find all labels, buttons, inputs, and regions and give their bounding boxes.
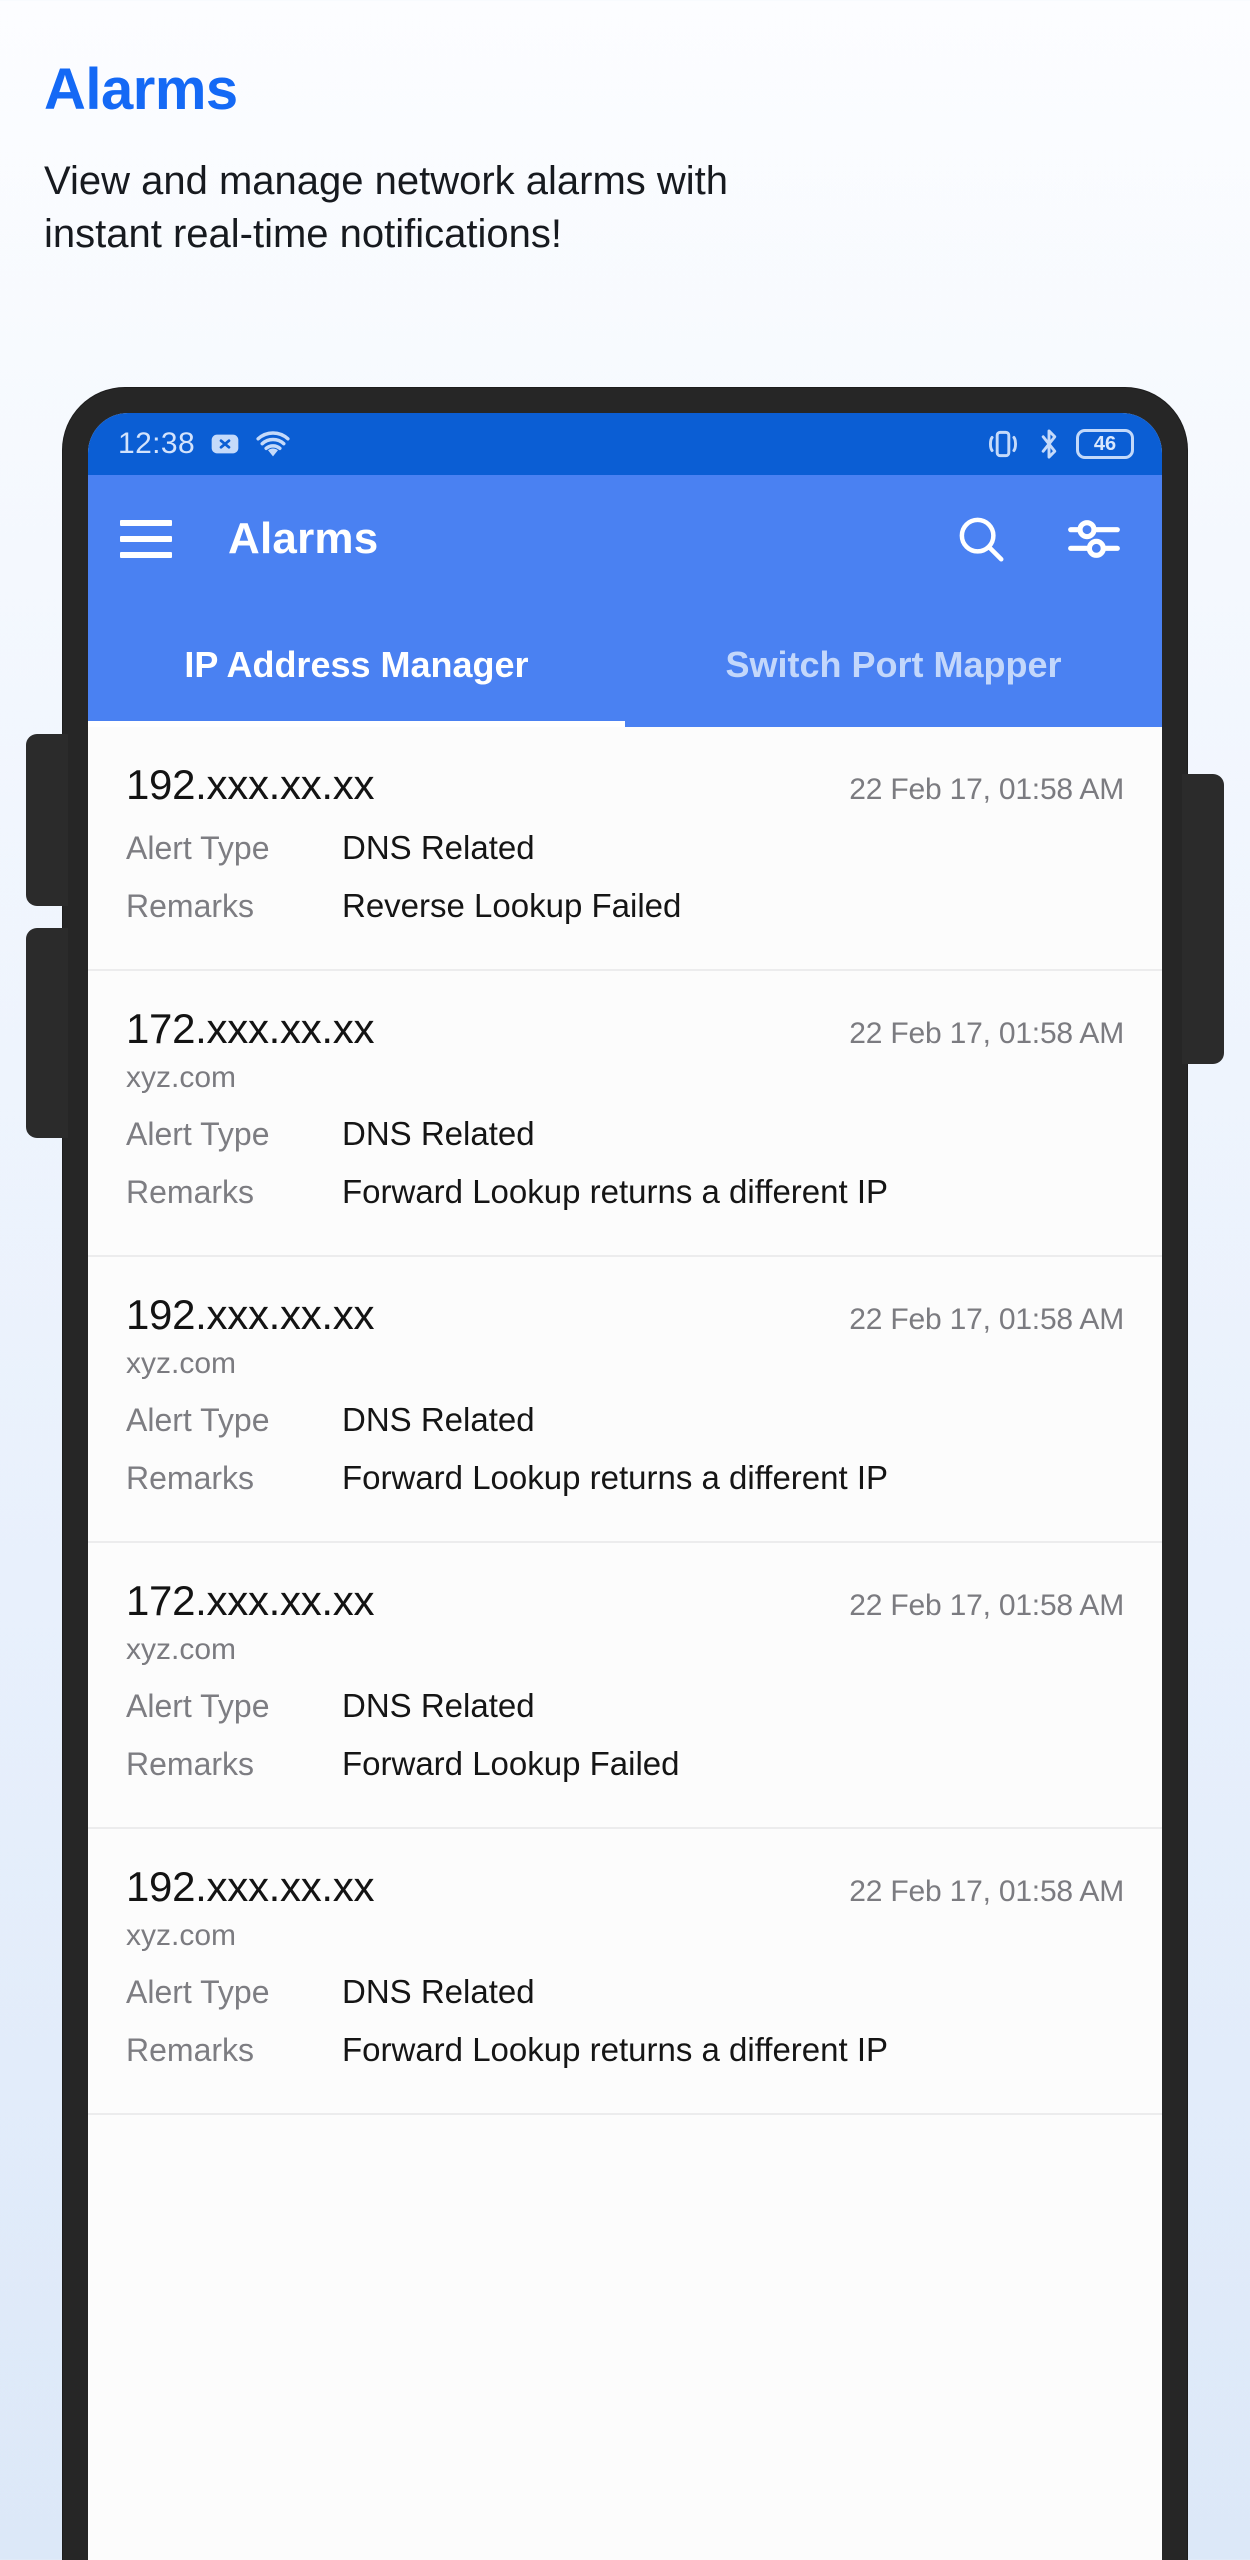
phone-screen: 12:38 46 Alarms IP Address Manager Switc… — [88, 413, 1162, 2560]
app-bar: Alarms — [88, 475, 1162, 603]
vibrate-icon — [984, 428, 1022, 460]
alert-type-label: Alert Type — [126, 830, 270, 866]
alert-type-label: Alert Type — [126, 1402, 270, 1438]
remarks-value: Reverse Lookup Failed — [342, 887, 682, 924]
page-subtitle: View and manage network alarms with inst… — [44, 158, 729, 257]
alarm-hostname: xyz.com — [126, 1347, 237, 1380]
remarks-label: Remarks — [126, 1174, 255, 1210]
tab-bar: IP Address Manager Switch Port Mapper — [88, 603, 1162, 727]
alarm-timestamp: 22 Feb 17, 01:58 AM — [849, 773, 1124, 806]
alert-type-label: Alert Type — [126, 1974, 270, 2010]
alarm-hostname: xyz.com — [126, 1919, 237, 1952]
alarm-timestamp: 22 Feb 17, 01:58 AM — [849, 1589, 1124, 1622]
search-icon[interactable] — [954, 512, 1008, 566]
hamburger-menu-icon[interactable] — [120, 520, 172, 558]
alert-type-value: DNS Related — [342, 1973, 535, 2010]
battery-level-label: 46 — [1093, 432, 1117, 455]
mute-notification-icon — [209, 428, 241, 460]
app-bar-title: Alarms — [228, 514, 379, 563]
volume-down-button[interactable] — [26, 928, 68, 1138]
table-row[interactable]: 192.xxx.xx.xx 22 Feb 17, 01:58 AM xyz.co… — [88, 1829, 1162, 2115]
tab-ip-address-manager[interactable]: IP Address Manager — [88, 603, 625, 727]
table-row[interactable]: 172.xxx.xx.xx 22 Feb 17, 01:58 AM xyz.co… — [88, 1543, 1162, 1829]
alarm-timestamp: 22 Feb 17, 01:58 AM — [849, 1017, 1124, 1050]
status-bar-clock: 12:38 — [118, 427, 196, 460]
alarm-ip-address: 192.xxx.xx.xx — [126, 1291, 375, 1338]
alert-type-value: DNS Related — [342, 829, 535, 866]
page-title: Alarms — [44, 57, 238, 122]
status-bar: 12:38 46 — [88, 413, 1162, 475]
remarks-value: Forward Lookup returns a different IP — [342, 2031, 889, 2068]
tab-active-indicator — [88, 721, 625, 727]
phone-mockup: 12:38 46 Alarms IP Address Manager Switc… — [26, 388, 1224, 2560]
alarm-hostname: xyz.com — [126, 1061, 237, 1094]
alarm-ip-address: 172.xxx.xx.xx — [126, 1577, 375, 1624]
alert-type-value: DNS Related — [342, 1401, 535, 1438]
table-row[interactable]: 172.xxx.xx.xx 22 Feb 17, 01:58 AM xyz.co… — [88, 971, 1162, 1257]
alert-type-label: Alert Type — [126, 1688, 270, 1724]
alarm-hostname: xyz.com — [126, 1633, 237, 1666]
alarm-list[interactable]: 192.xxx.xx.xx 22 Feb 17, 01:58 AM Alert … — [88, 727, 1162, 2560]
table-row[interactable]: 192.xxx.xx.xx 22 Feb 17, 01:58 AM xyz.co… — [88, 1257, 1162, 1543]
alarm-timestamp: 22 Feb 17, 01:58 AM — [849, 1875, 1124, 1908]
power-button[interactable] — [1182, 774, 1224, 1064]
promo-header: Alarms View and manage network alarms wi… — [0, 0, 1250, 262]
volume-up-button[interactable] — [26, 734, 68, 906]
remarks-label: Remarks — [126, 2032, 255, 2068]
alarm-ip-address: 192.xxx.xx.xx — [126, 1863, 375, 1910]
battery-indicator: 46 — [1076, 429, 1134, 459]
alert-type-value: DNS Related — [342, 1115, 535, 1152]
tab-switch-port-mapper[interactable]: Switch Port Mapper — [625, 603, 1162, 727]
alarm-ip-address: 192.xxx.xx.xx — [126, 761, 375, 808]
alert-type-value: DNS Related — [342, 1687, 535, 1724]
alarm-timestamp: 22 Feb 17, 01:58 AM — [849, 1303, 1124, 1336]
remarks-value: Forward Lookup Failed — [342, 1745, 680, 1782]
alarm-ip-address: 172.xxx.xx.xx — [126, 1005, 375, 1052]
remarks-value: Forward Lookup returns a different IP — [342, 1173, 889, 1210]
filter-tune-icon[interactable] — [1066, 511, 1122, 567]
remarks-label: Remarks — [126, 888, 255, 924]
tab-label: IP Address Manager — [184, 644, 529, 685]
remarks-label: Remarks — [126, 1460, 255, 1496]
tab-label: Switch Port Mapper — [725, 644, 1062, 685]
alert-type-label: Alert Type — [126, 1116, 270, 1152]
table-row[interactable]: 192.xxx.xx.xx 22 Feb 17, 01:58 AM Alert … — [88, 727, 1162, 971]
remarks-label: Remarks — [126, 1746, 255, 1782]
bluetooth-icon — [1036, 428, 1062, 460]
remarks-value: Forward Lookup returns a different IP — [342, 1459, 889, 1496]
wifi-icon — [255, 428, 291, 460]
